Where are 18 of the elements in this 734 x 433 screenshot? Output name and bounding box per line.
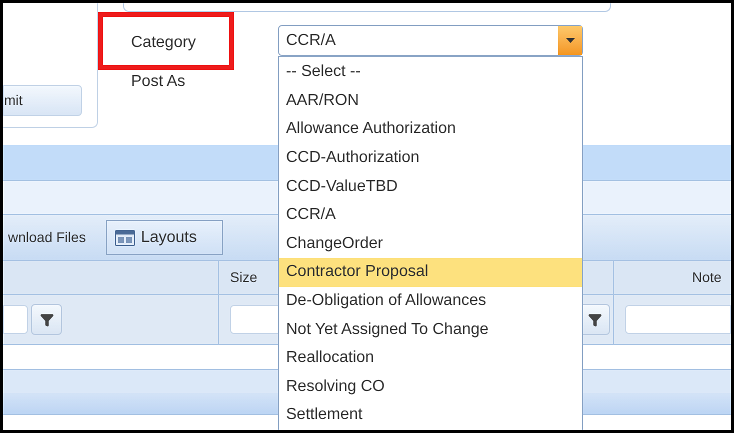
dropdown-option[interactable]: Resolving CO — [279, 372, 582, 402]
layouts-button[interactable]: Layouts — [106, 220, 223, 255]
field-label: Category — [98, 12, 234, 70]
dropdown-option[interactable]: Reallocation — [279, 344, 582, 373]
column-header: Note — [691, 268, 723, 287]
dropdown-option[interactable]: -- Select -- — [279, 58, 582, 87]
dropdown-option[interactable]: De-Obligation of Allowances — [279, 286, 582, 316]
dropdown-option[interactable]: CCR/A — [279, 200, 582, 230]
download-files-button[interactable]: wnload Files — [8, 220, 86, 254]
submit-button[interactable]: mit — [3, 85, 82, 116]
dropdown-option[interactable]: Settlement — [279, 401, 582, 430]
dropdown-option[interactable]: AAR/RON — [279, 86, 582, 116]
dropdown-option[interactable]: Allowance Authorization — [279, 115, 582, 144]
category-select[interactable]: CCR/A — [278, 25, 583, 56]
field-label: Post As — [130, 72, 186, 92]
dropdown-option[interactable]: Contractor Proposal — [279, 258, 582, 287]
dropdown-option[interactable]: CCD-ValueTBD — [279, 172, 582, 201]
dropdown-option[interactable]: ChangeOrder — [279, 230, 582, 258]
